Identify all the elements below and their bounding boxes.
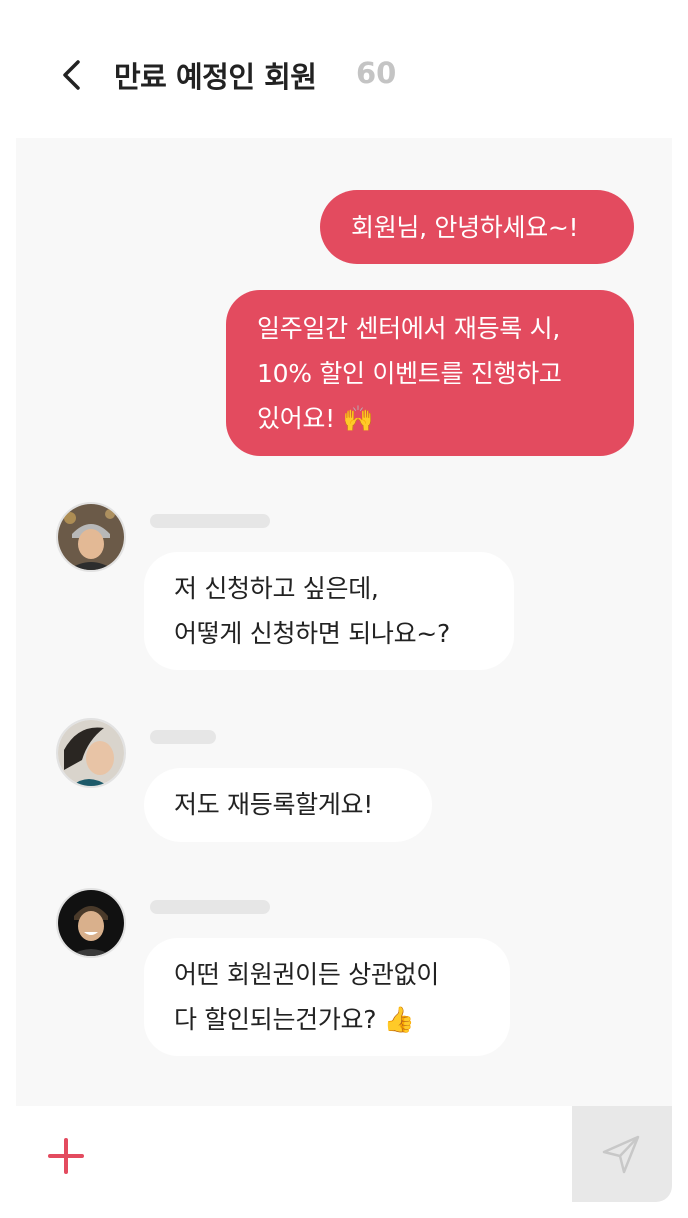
message-input-bar: [16, 1106, 672, 1202]
avatar[interactable]: [56, 888, 126, 958]
user-avatar-icon: [58, 504, 124, 570]
message-text: 어떻게 신청하면 되나요~?: [174, 619, 450, 648]
avatar[interactable]: [56, 718, 126, 788]
incoming-message: 어떤 회원권이든 상관없이 다 할인되는건가요? 👍: [144, 938, 510, 1056]
chat-area: 회원님, 안녕하세요~! 일주일간 센터에서 재등록 시, 10% 할인 이벤트…: [16, 138, 672, 1106]
outgoing-message: 일주일간 센터에서 재등록 시, 10% 할인 이벤트를 진행하고 있어요! 🙌: [226, 290, 634, 456]
send-button[interactable]: [572, 1106, 672, 1202]
incoming-message: 저 신청하고 싶은데, 어떻게 신청하면 되나요~?: [144, 552, 514, 670]
message-text: 10% 할인 이벤트를 진행하고: [257, 359, 562, 388]
message-text: 다 할인되는건가요? 👍: [174, 1005, 415, 1034]
header: 만료 예정인 회원 60: [0, 0, 688, 138]
thumbs-up-emoji: 👍: [383, 1005, 415, 1034]
attach-button[interactable]: [46, 1136, 86, 1176]
sender-name-placeholder: [150, 730, 216, 744]
outgoing-message: 회원님, 안녕하세요~!: [320, 190, 634, 264]
message-text: 저도 재등록할게요!: [174, 790, 373, 819]
sender-name-placeholder: [150, 514, 270, 528]
user-avatar-icon: [58, 720, 124, 786]
incoming-message: 저도 재등록할게요!: [144, 768, 432, 842]
message-input[interactable]: [112, 1126, 552, 1182]
avatar[interactable]: [56, 502, 126, 572]
back-button[interactable]: [56, 56, 92, 94]
send-icon: [602, 1135, 640, 1174]
raised-hands-emoji: 🙌: [342, 404, 374, 433]
user-avatar-icon: [58, 890, 124, 956]
chevron-left-icon: [63, 60, 80, 90]
message-text: 있어요! 🙌: [257, 404, 374, 433]
message-text: 일주일간 센터에서 재등록 시,: [257, 314, 560, 343]
member-count: 60: [356, 56, 397, 90]
page-title: 만료 예정인 회원: [114, 60, 317, 94]
message-text: 어떤 회원권이든 상관없이: [174, 960, 439, 989]
sender-name-placeholder: [150, 900, 270, 914]
message-text: 회원님, 안녕하세요~!: [351, 213, 579, 242]
plus-icon: [48, 1138, 84, 1174]
message-text: 저 신청하고 싶은데,: [174, 574, 379, 603]
